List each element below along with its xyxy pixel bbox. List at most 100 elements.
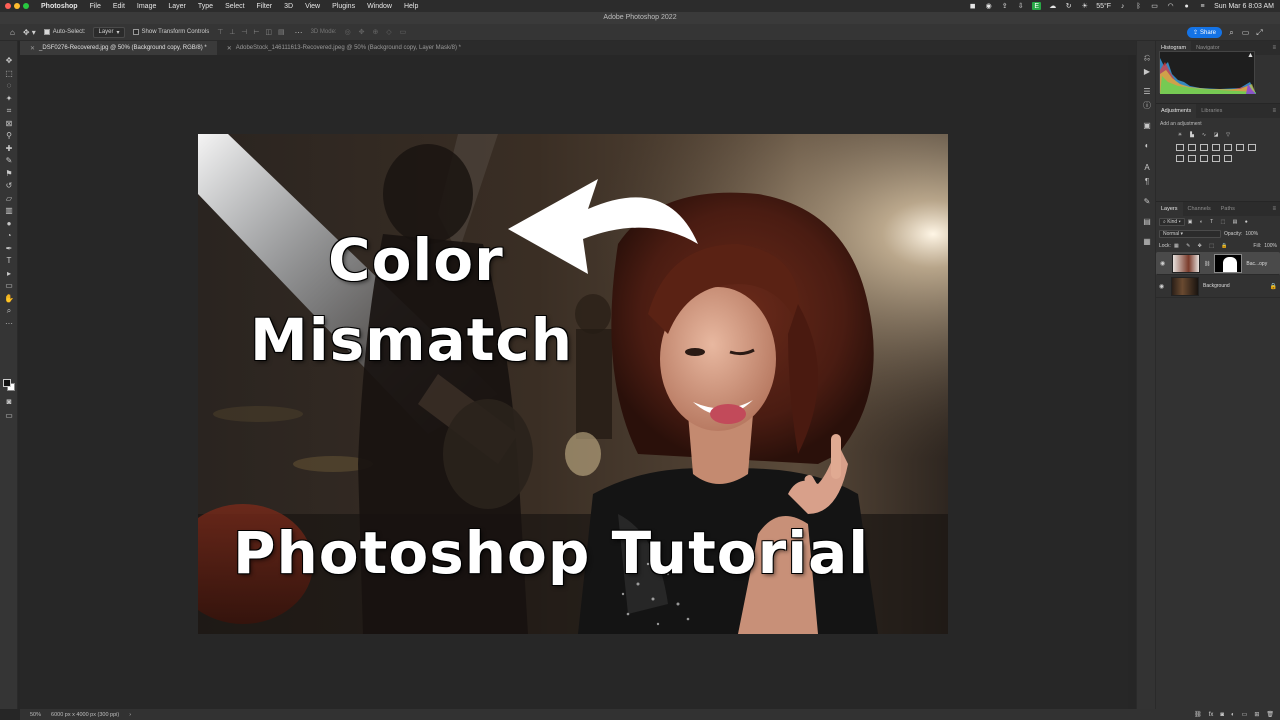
fx-icon[interactable]: fx	[1209, 712, 1214, 718]
panel-menu-icon[interactable]: ≡	[1272, 41, 1276, 55]
menu-3d[interactable]: 3D	[278, 3, 299, 10]
camera-icon[interactable]: ◼	[968, 2, 977, 10]
menu-filter[interactable]: Filter	[251, 3, 279, 10]
quick-select-tool-icon[interactable]: ✦	[4, 94, 14, 104]
menu-layer[interactable]: Layer	[162, 3, 192, 10]
invert-icon[interactable]	[1176, 155, 1184, 162]
move-tool-icon[interactable]: ✥	[4, 56, 14, 66]
canvas-area[interactable]: Color Mismatch Photoshop Tutorial	[20, 55, 1128, 709]
clock[interactable]: Sun Mar 6 8:03 AM	[1214, 3, 1274, 10]
add-mask-icon[interactable]: ◙	[1220, 712, 1224, 718]
levels-icon[interactable]: ▙	[1188, 133, 1196, 140]
battery-icon[interactable]: ▭	[1150, 2, 1159, 10]
close-window-button[interactable]	[5, 3, 11, 9]
upload-icon[interactable]: ⇪	[1000, 2, 1009, 10]
grid-icon[interactable]	[1248, 144, 1256, 151]
sync-icon[interactable]: ↻	[1064, 2, 1073, 10]
expand-icon[interactable]: ⤢	[1255, 28, 1264, 37]
gradient-map-icon[interactable]	[1212, 155, 1220, 162]
new-adjustment-icon[interactable]: ◐	[1231, 712, 1235, 718]
pen-tool-icon[interactable]: ✒	[4, 244, 14, 254]
bluetooth-icon[interactable]: ᛒ	[1134, 2, 1143, 10]
history-icon[interactable]: ⎌	[1142, 53, 1152, 63]
color-lookup-icon[interactable]	[1236, 144, 1244, 151]
foreground-color-swatch[interactable]	[3, 379, 11, 387]
selective-color-icon[interactable]	[1224, 155, 1232, 162]
path-select-tool-icon[interactable]: ▸	[4, 269, 14, 279]
home-icon[interactable]: ⌂	[10, 28, 15, 37]
blur-tool-icon[interactable]: ●	[4, 219, 14, 229]
control-center-icon[interactable]: ≡	[1198, 2, 1207, 10]
tab-document-1[interactable]: ✕ _DSF0276-Recovered.jpg @ 50% (Backgrou…	[20, 41, 217, 55]
clone-stamp-tool-icon[interactable]: ⚑	[4, 169, 14, 179]
volume-icon[interactable]: ♪	[1118, 2, 1127, 10]
paragraph-icon[interactable]: ¶	[1142, 177, 1152, 187]
menu-app-photoshop[interactable]: Photoshop	[35, 3, 84, 10]
brush-tool-icon[interactable]: ✎	[4, 156, 14, 166]
link-layers-icon[interactable]: ⛓	[1194, 711, 1202, 718]
delete-layer-icon[interactable]: 🗑	[1266, 711, 1274, 718]
glyphs-icon[interactable]: ▤	[1142, 217, 1152, 227]
brush-settings-icon[interactable]: ✎	[1142, 197, 1152, 207]
black-white-icon[interactable]	[1200, 144, 1208, 151]
layer-background[interactable]: ◉ Background 🔒	[1156, 275, 1280, 298]
quick-mask-icon[interactable]: ◙	[4, 397, 14, 407]
auto-select-dropdown[interactable]: Layer ▾	[93, 26, 125, 38]
lock-icons[interactable]: ▦ ✎ ✥ ⬚ 🔒	[1174, 243, 1231, 249]
tab-libraries[interactable]: Libraries	[1196, 104, 1227, 118]
workspace-icon[interactable]: ▭	[1241, 28, 1250, 37]
info-icon[interactable]: ⓘ	[1142, 101, 1152, 111]
weather-temperature[interactable]: 55°F	[1096, 3, 1111, 10]
document-image[interactable]: Color Mismatch Photoshop Tutorial	[198, 134, 948, 634]
properties-icon[interactable]: ☰	[1142, 87, 1152, 97]
document-info[interactable]: 6000 px x 4000 px (300 ppi)	[51, 712, 119, 718]
menu-select[interactable]: Select	[219, 3, 250, 10]
vibrance-icon[interactable]: ▽	[1224, 133, 1232, 140]
zoom-tool-icon[interactable]: ⌕	[4, 306, 14, 316]
shape-tool-icon[interactable]: ▭	[4, 281, 14, 291]
menu-edit[interactable]: Edit	[107, 3, 131, 10]
layer-background-copy[interactable]: ◉ ⛓ Bac...opy	[1156, 252, 1280, 275]
brightness-icon[interactable]: ☀	[1176, 133, 1184, 140]
tab-channels[interactable]: Channels	[1183, 202, 1216, 216]
crop-tool-icon[interactable]: ⌗	[4, 106, 14, 116]
photo-filter-icon[interactable]	[1212, 144, 1220, 151]
menu-plugins[interactable]: Plugins	[326, 3, 361, 10]
filter-icons[interactable]: ▣ ◐ T ⬚ ▤ ●	[1188, 219, 1251, 225]
more-tools-icon[interactable]: ···	[4, 319, 14, 329]
eyedropper-tool-icon[interactable]: ⚲	[4, 131, 14, 141]
menu-file[interactable]: File	[84, 3, 107, 10]
screen-mode-icon[interactable]: ▭	[4, 411, 14, 421]
minimize-window-button[interactable]	[14, 3, 20, 9]
threshold-icon[interactable]	[1200, 155, 1208, 162]
search-icon[interactable]: ⌕	[1227, 28, 1236, 37]
auto-select-option[interactable]: Auto-Select:	[43, 29, 85, 35]
app-status-icon[interactable]: E	[1032, 2, 1042, 10]
fill-value[interactable]: 100%	[1264, 243, 1277, 249]
align-icons[interactable]: ⊤ ⊥ ⊣ ⊢ ◫ ▤	[217, 28, 286, 36]
marquee-tool-icon[interactable]: ⬚	[4, 69, 14, 79]
user-icon[interactable]: ●	[1182, 2, 1191, 10]
eraser-tool-icon[interactable]: ▱	[4, 194, 14, 204]
dodge-tool-icon[interactable]: ◔	[4, 231, 14, 241]
new-group-icon[interactable]: ▭	[1242, 711, 1248, 718]
blend-mode-dropdown[interactable]: Normal ▾	[1159, 230, 1221, 238]
hand-tool-icon[interactable]: ✋	[4, 294, 14, 304]
kind-filter-dropdown[interactable]: ⌕ Kind ▾	[1159, 218, 1185, 226]
share-button[interactable]: ⇪ Share	[1186, 27, 1222, 38]
panel-menu-icon[interactable]: ≡	[1272, 104, 1276, 118]
patterns-icon[interactable]: ▦	[1142, 237, 1152, 247]
actions-icon[interactable]: ▶	[1142, 67, 1152, 77]
tab-adjustments[interactable]: Adjustments	[1156, 104, 1197, 118]
record-icon[interactable]: ◉	[984, 2, 993, 10]
posterize-icon[interactable]	[1188, 155, 1196, 162]
menu-type[interactable]: Type	[192, 3, 219, 10]
move-tool-preset-icon[interactable]: ✥ ▾	[23, 28, 36, 37]
visibility-eye-icon[interactable]: ◉	[1159, 283, 1167, 290]
lasso-tool-icon[interactable]: ◌	[4, 81, 14, 91]
history-brush-tool-icon[interactable]: ↺	[4, 181, 14, 191]
zoom-level[interactable]: 50%	[30, 712, 41, 718]
weather-icon[interactable]: ☀	[1080, 2, 1089, 10]
download-icon[interactable]: ⇩	[1016, 2, 1025, 10]
color-icon[interactable]: ◐	[1142, 141, 1152, 151]
